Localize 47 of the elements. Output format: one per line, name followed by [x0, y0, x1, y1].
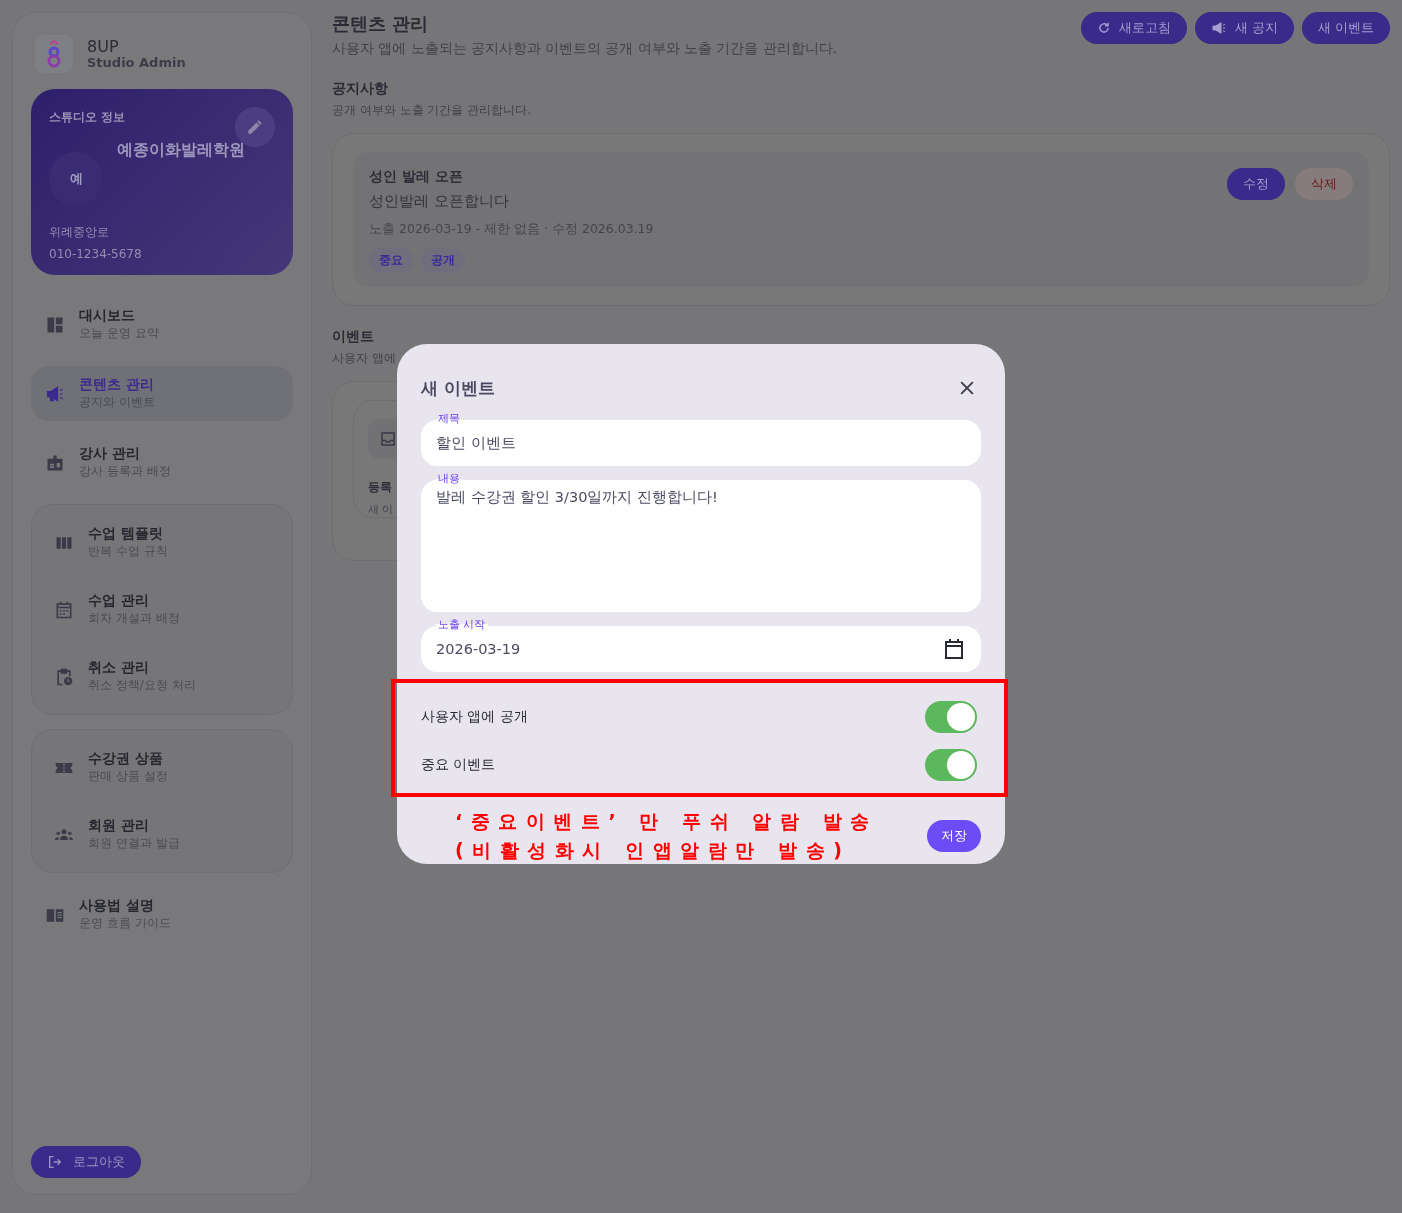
tag: 공개 [421, 248, 465, 273]
nav-item-title: 수업 템플릿 [88, 525, 164, 543]
toggle-switch[interactable] [925, 701, 977, 733]
toggle-label: 사용자 앱에 공개 [421, 708, 528, 726]
annotation-text: ‘중요이벤트’ 만 푸쉬 알람 발송 [455, 809, 878, 834]
nav-item-title: 취소 관리 [88, 659, 150, 677]
nav-item-title: 사용법 설명 [79, 897, 155, 915]
edit-button[interactable]: 수정 [1227, 168, 1285, 200]
megaphone-icon [1210, 20, 1227, 36]
studio-address: 위례중앙로 [49, 224, 110, 241]
logout-icon [47, 1154, 63, 1170]
avatar: 예 [49, 152, 103, 206]
calendar-icon [942, 637, 966, 661]
pencil-icon [246, 118, 264, 136]
save-button[interactable]: 저장 [927, 820, 981, 852]
studio-name: 예종이화발레학원 [117, 140, 245, 161]
nav-item-title: 콘텐츠 관리 [79, 376, 155, 394]
toggle-switch[interactable] [925, 749, 977, 781]
notice-title: 성인 발레 오픈 [369, 168, 464, 186]
nav-item-title: 대시보드 [79, 307, 136, 325]
event-card-title: 등록 [368, 479, 393, 496]
action-button[interactable]: 새로고침 [1080, 12, 1187, 44]
brand-subtitle: Studio Admin [87, 55, 186, 71]
refresh-icon [1096, 21, 1111, 35]
nav-item-title: 수강권 상품 [88, 750, 164, 768]
calendar-icon [54, 599, 74, 620]
action-button[interactable]: 새 이벤트 [1301, 12, 1390, 44]
action-button[interactable]: 새 공지 [1194, 12, 1294, 44]
notice-body: 성인발레 오픈합니다 [369, 192, 510, 211]
section-title: 이벤트 [332, 328, 375, 346]
nav-item-title: 회원 관리 [88, 817, 150, 835]
clipboard-clock-icon [54, 666, 74, 687]
section-title: 공지사항 [332, 80, 389, 98]
nav-item-title: 강사 관리 [79, 445, 141, 463]
studio-card-heading: 스튜디오 정보 [49, 109, 127, 126]
studio-phone: 010-1234-5678 [49, 247, 143, 261]
logout-button[interactable]: 로그아웃 [31, 1146, 141, 1178]
modal-title: 새 이벤트 [421, 376, 495, 400]
tag: 중요 [369, 248, 413, 273]
logo-icon [35, 35, 73, 73]
toggle-label: 중요 이벤트 [421, 756, 496, 774]
annotation-text: (비활성화시 인앱알람만 발송) [455, 838, 852, 863]
delete-button[interactable]: 삭제 [1295, 168, 1353, 200]
page-title: 콘텐츠 관리 [332, 12, 430, 36]
brand-name: 8UP [87, 37, 120, 56]
nav-item-title: 수업 관리 [88, 592, 150, 610]
inbox-icon [379, 430, 397, 448]
